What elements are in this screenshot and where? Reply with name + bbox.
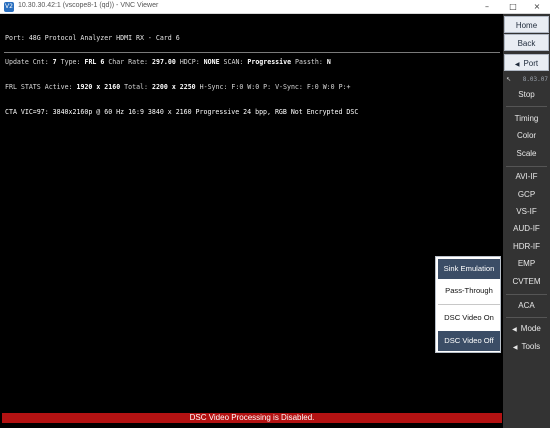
panel-divider xyxy=(506,166,547,167)
hdcp-label: HDCP: xyxy=(179,58,200,67)
gcp-button[interactable]: GCP xyxy=(504,186,549,203)
vnc-viewer-icon: V2 xyxy=(4,2,14,12)
close-icon[interactable]: × xyxy=(524,0,550,14)
active-value: 1920 x 2160 xyxy=(76,83,121,92)
chevron-left-icon: ◀ xyxy=(514,61,520,68)
frl-stats-line: FRL STATS Active: 1920 x 2160 Total: 220… xyxy=(5,83,501,91)
scale-button[interactable]: Scale xyxy=(504,145,549,162)
sink-emulation-button[interactable]: Sink Emulation xyxy=(438,259,500,279)
avi-if-button[interactable]: AVI-IF xyxy=(504,168,549,185)
timing-button[interactable]: Timing xyxy=(504,110,549,127)
char-rate-label: Char Rate: xyxy=(108,58,149,67)
minimize-icon[interactable]: – xyxy=(474,0,500,14)
panel-divider xyxy=(506,294,547,295)
update-status-line: Update Cnt: 7 Type: FRL 6 Char Rate: 297… xyxy=(5,58,501,66)
emp-button[interactable]: EMP xyxy=(504,255,549,272)
scan-value: Progressive xyxy=(247,58,292,67)
pass-through-button[interactable]: Pass-Through xyxy=(438,281,500,301)
dsc-video-off-button[interactable]: DSC Video Off xyxy=(438,331,500,351)
window-title-bar: V2 10.30.30.42:1 (vscope8-1 (qd)) - VNC … xyxy=(0,0,550,14)
video-display: Port: 48G Protocol Analyzer HDMI RX - Ca… xyxy=(0,14,503,428)
hdr-if-button[interactable]: HDR-IF xyxy=(504,238,549,255)
stop-button[interactable]: Stop xyxy=(504,86,549,103)
port-button[interactable]: ◀ Port xyxy=(504,54,549,71)
popup-divider xyxy=(438,304,500,305)
port-info: ↖ 8.03.07 xyxy=(504,75,549,85)
status-divider xyxy=(4,52,500,53)
home-button[interactable]: Home xyxy=(504,16,549,33)
hdcp-value: NONE xyxy=(203,58,220,67)
cursor-icon: ↖ xyxy=(506,76,512,83)
scan-label: SCAN: xyxy=(223,58,244,67)
vsync-stats: V-Sync: F:0 W:0 P:+ xyxy=(275,83,351,92)
vs-if-button[interactable]: VS-IF xyxy=(504,203,549,220)
passthrough-value: N xyxy=(326,58,331,67)
port-status-line: Port: 48G Protocol Analyzer HDMI RX - Ca… xyxy=(5,33,180,42)
back-button[interactable]: Back xyxy=(504,34,549,51)
update-count-value: 7 xyxy=(52,58,57,67)
color-button[interactable]: Color xyxy=(504,127,549,144)
right-control-panel: Home Back ◀ Port ↖ 8.03.07 Stop Timing Co… xyxy=(503,14,550,428)
status-overlay: Port: 48G Protocol Analyzer HDMI RX - Ca… xyxy=(5,17,501,133)
cvtem-button[interactable]: CVTEM xyxy=(504,273,549,290)
hsync-stats: H-Sync: F:0 W:0 P: xyxy=(199,83,272,92)
aca-button[interactable]: ACA xyxy=(504,297,549,314)
aud-if-button[interactable]: AUD-IF xyxy=(504,220,549,237)
mode-button[interactable]: ◀ Mode xyxy=(504,320,549,337)
panel-divider xyxy=(506,317,547,318)
window-title: 10.30.30.42:1 (vscope8-1 (qd)) - VNC Vie… xyxy=(18,2,159,9)
port-version: 8.03.07 xyxy=(522,76,548,83)
cta-vic-line: CTA VIC=97: 3840x2160p @ 60 Hz 16:9 3840… xyxy=(5,108,359,117)
frl-stats-label: FRL STATS xyxy=(5,83,41,92)
update-count-label: Update Cnt: xyxy=(5,58,49,67)
maximize-icon[interactable]: □ xyxy=(500,0,526,14)
mode-popup-menu: Sink Emulation Pass-Through DSC Video On… xyxy=(435,256,501,353)
total-label: Total: xyxy=(124,83,148,92)
type-value: FRL 6 xyxy=(84,58,105,67)
active-label: Active: xyxy=(44,83,73,92)
type-label: Type: xyxy=(60,58,81,67)
port-button-label: Port xyxy=(523,59,539,68)
total-value: 2200 x 2250 xyxy=(151,83,196,92)
chevron-left-icon: ◀ xyxy=(512,344,518,351)
dsc-status-banner: DSC Video Processing is Disabled. xyxy=(2,413,502,423)
passthrough-label: Passth: xyxy=(295,58,323,67)
dsc-video-on-button[interactable]: DSC Video On xyxy=(438,308,500,328)
tools-button[interactable]: ◀ Tools xyxy=(504,338,549,355)
panel-divider xyxy=(506,106,547,107)
char-rate-value: 297.00 xyxy=(152,58,176,67)
tools-button-label: Tools xyxy=(521,342,541,351)
chevron-left-icon: ◀ xyxy=(512,326,517,333)
mode-button-label: Mode xyxy=(520,324,541,333)
